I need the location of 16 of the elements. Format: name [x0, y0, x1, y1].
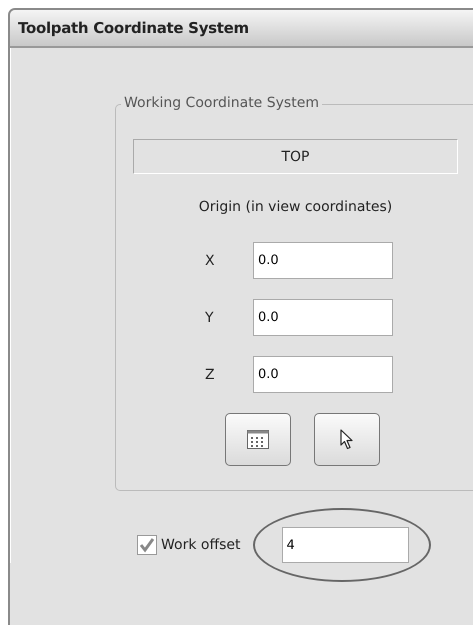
- pointer-icon: [340, 429, 354, 450]
- window-title: Toolpath Coordinate System: [18, 19, 249, 37]
- coordinate-field[interactable]: 0.0: [253, 242, 393, 279]
- coordinate-label: X: [204, 252, 216, 268]
- icon-button[interactable]: [314, 413, 380, 466]
- work-offset-label: Work offset: [161, 537, 241, 553]
- origin-label: Origin (in view coordinates): [198, 199, 394, 215]
- coordinate-field[interactable]: 0.0: [253, 356, 393, 393]
- icon-button[interactable]: [225, 413, 291, 466]
- work-offset-field[interactable]: 4: [282, 527, 409, 563]
- coordinate-label: Y: [204, 310, 215, 326]
- view-name-display: TOP: [133, 139, 458, 174]
- coordinate-label: Z: [204, 366, 216, 382]
- checkbox[interactable]: [137, 535, 157, 555]
- coordinate-field[interactable]: 0.0: [253, 299, 393, 336]
- group-legend: Working Coordinate System: [121, 95, 322, 111]
